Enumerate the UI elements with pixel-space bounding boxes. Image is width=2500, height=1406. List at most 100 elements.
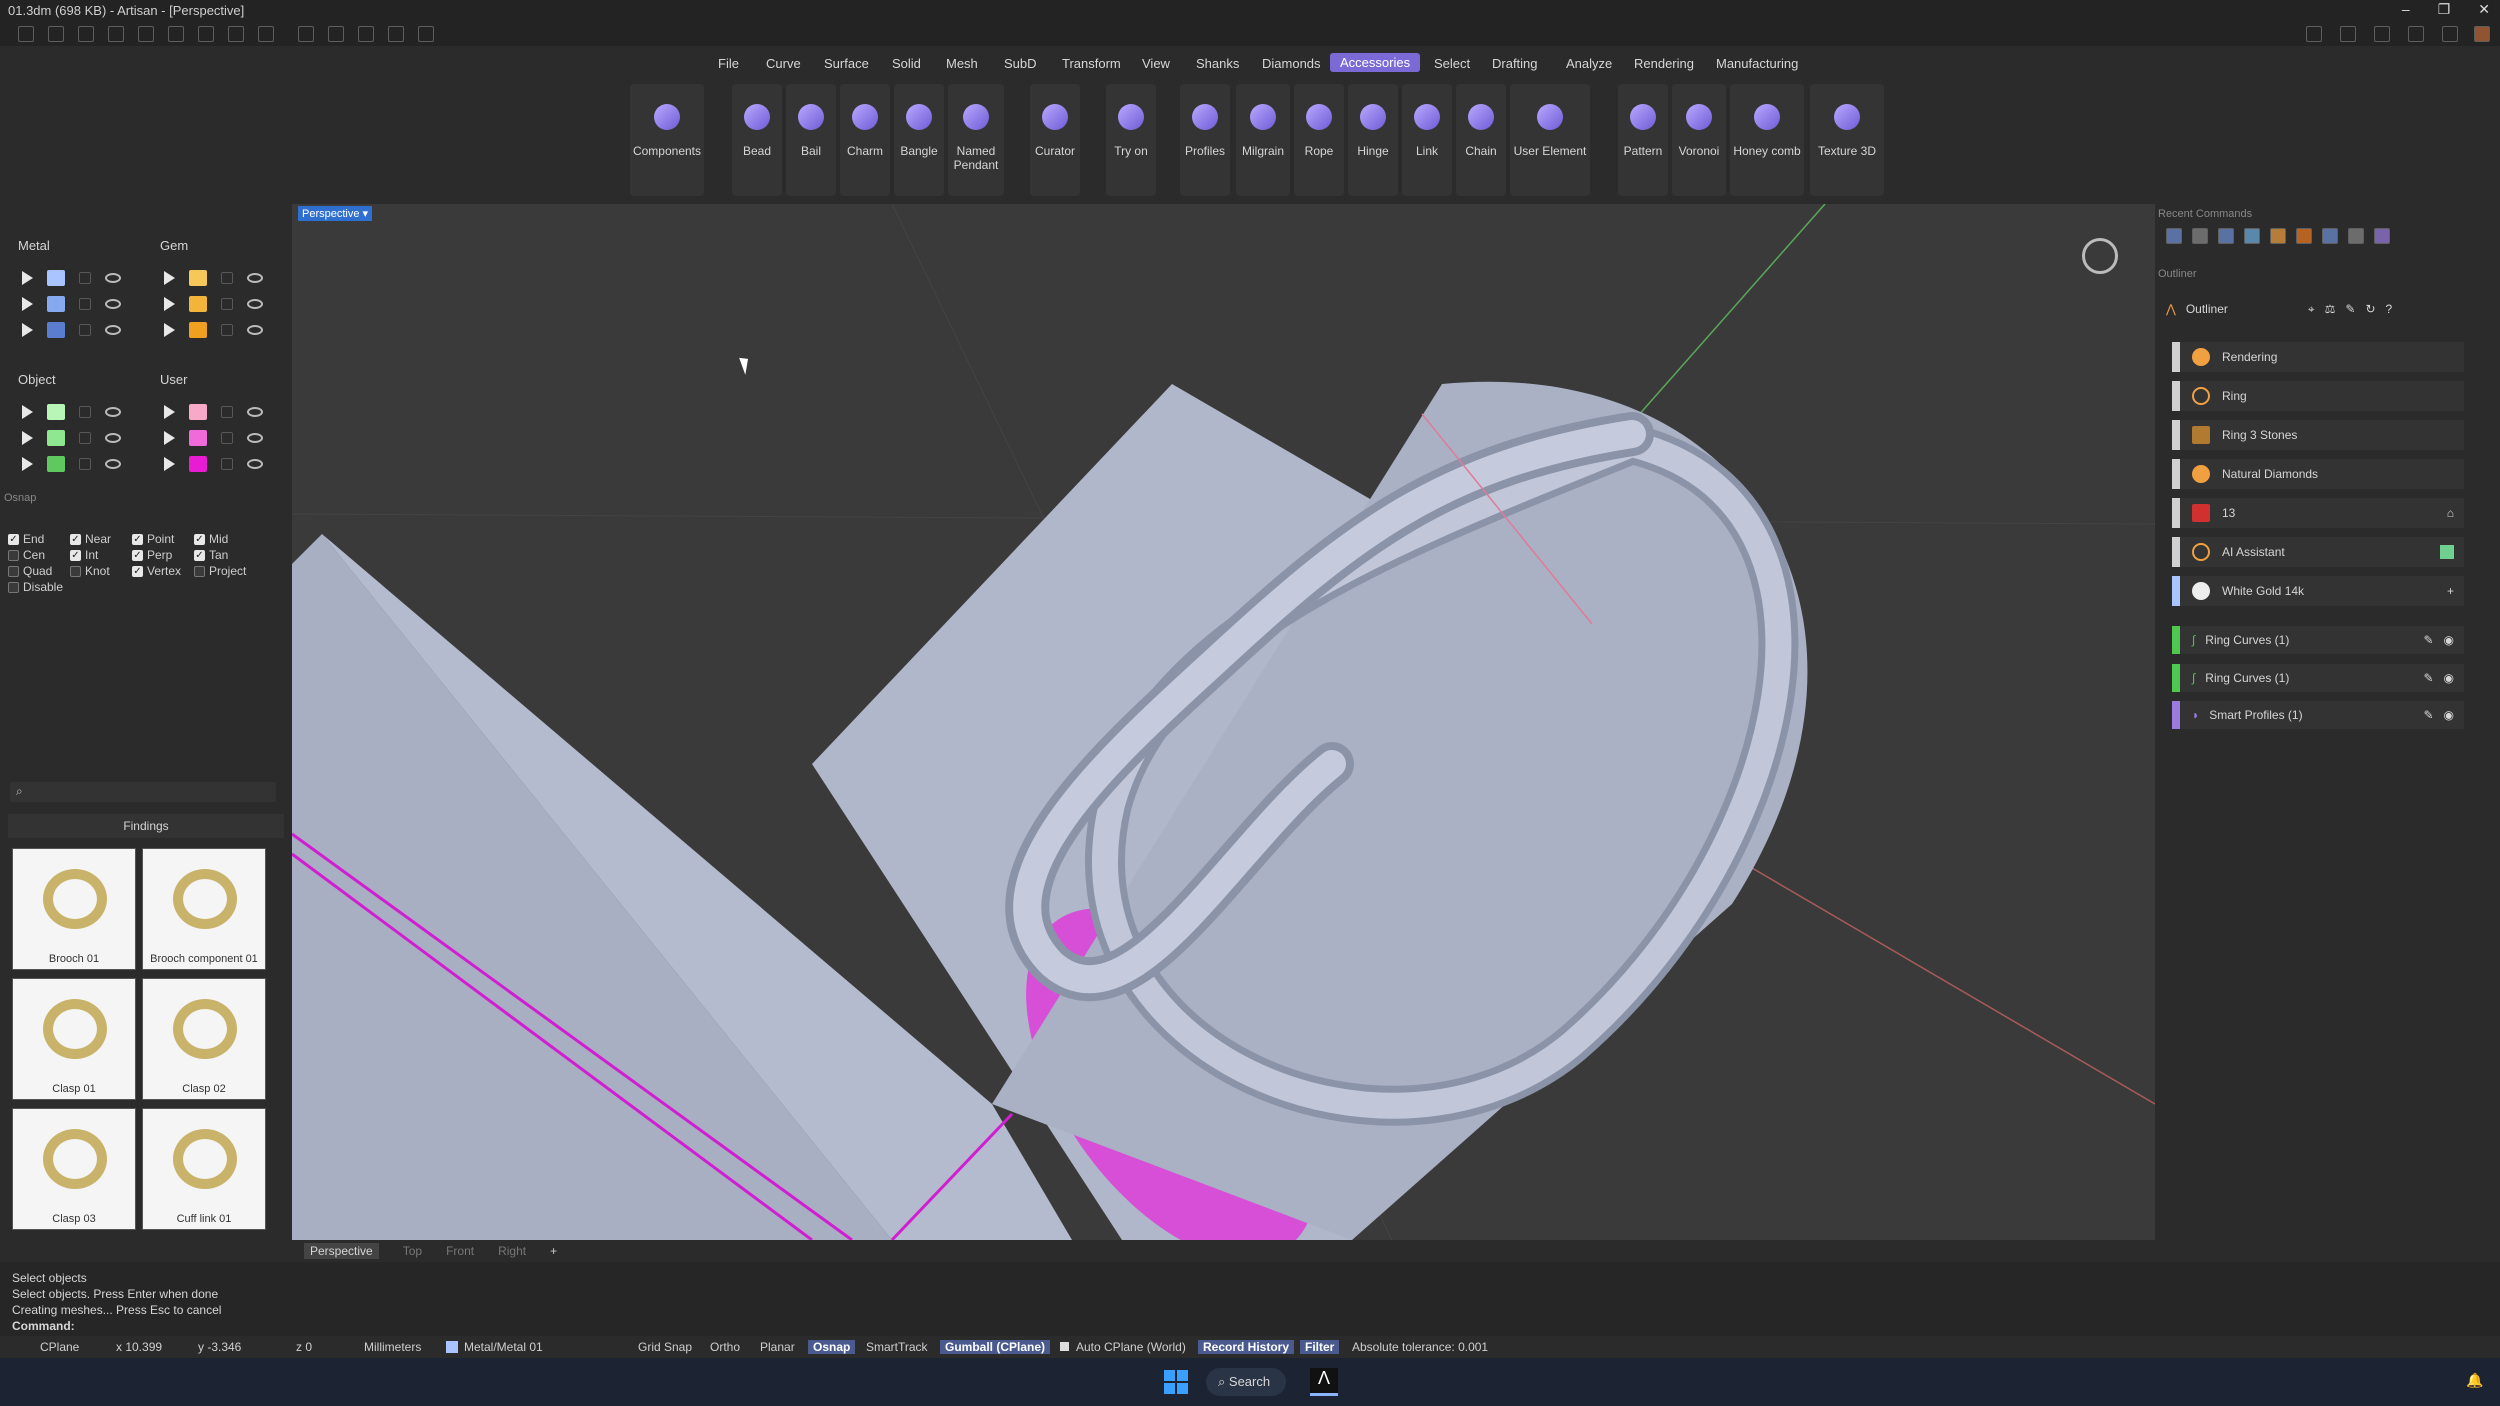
layer-group-object[interactable]: Object: [18, 372, 56, 387]
recent-command-icon[interactable]: [2218, 228, 2234, 244]
osnap-mid[interactable]: ✓ Mid: [194, 532, 228, 546]
close-icon[interactable]: ✕: [2478, 1, 2490, 18]
tool-hinge[interactable]: Hinge: [1348, 84, 1398, 196]
edit-icon[interactable]: ✎: [2423, 633, 2433, 647]
lock-icon[interactable]: [221, 458, 233, 470]
user-avatar-icon[interactable]: [2474, 26, 2490, 42]
tab-right[interactable]: Right: [498, 1244, 526, 1258]
lock-icon[interactable]: [221, 324, 233, 336]
layer-color-swatch[interactable]: [47, 270, 65, 286]
command-input[interactable]: Command:: [0, 1318, 2500, 1334]
help-icon[interactable]: ?: [2386, 302, 2393, 316]
eye-icon[interactable]: [247, 273, 263, 283]
open-recent-icon[interactable]: [108, 26, 124, 42]
menu-surface[interactable]: Surface: [824, 56, 869, 71]
redo-icon[interactable]: [168, 26, 184, 42]
expand-icon[interactable]: [22, 405, 33, 419]
expand-icon[interactable]: [164, 457, 175, 471]
scale-icon[interactable]: [358, 26, 374, 42]
eye-icon[interactable]: [105, 325, 121, 335]
tool-named-pendant[interactable]: Named Pendant: [948, 84, 1004, 196]
eye-icon[interactable]: ◉: [2444, 708, 2454, 722]
recent-command-icon[interactable]: [2374, 228, 2390, 244]
eye-icon[interactable]: [247, 459, 263, 469]
eye-icon[interactable]: [105, 459, 121, 469]
eye-icon[interactable]: ◉: [2444, 671, 2454, 685]
tool-user-element[interactable]: User Element: [1510, 84, 1590, 196]
library-item[interactable]: Clasp 02: [142, 978, 266, 1100]
status-ortho[interactable]: Ortho: [710, 1340, 740, 1354]
expand-icon[interactable]: [22, 323, 33, 337]
add-viewport-tab-button[interactable]: +: [550, 1244, 557, 1258]
checkbox-checked[interactable]: ✓: [194, 533, 205, 545]
library-item[interactable]: Cuff link 01: [142, 1108, 266, 1230]
maximize-icon[interactable]: ❐: [2438, 1, 2451, 18]
tool-bangle[interactable]: Bangle: [894, 84, 944, 196]
tab-top[interactable]: Top: [403, 1244, 422, 1258]
checkbox-unchecked[interactable]: [8, 565, 19, 577]
osnap-near[interactable]: ✓ Near: [70, 532, 111, 546]
library-search-input[interactable]: ⌕: [10, 782, 276, 802]
outliner-row-ring-3-stones[interactable]: Ring 3 Stones: [2172, 420, 2464, 450]
outliner-row-rendering[interactable]: Rendering: [2172, 342, 2464, 372]
menu-shanks[interactable]: Shanks: [1196, 56, 1239, 71]
osnap-disable[interactable]: Disable: [8, 580, 63, 594]
status-planar[interactable]: Planar: [760, 1340, 795, 1354]
menu-rendering[interactable]: Rendering: [1634, 56, 1694, 71]
tool-curator[interactable]: Curator: [1030, 84, 1080, 196]
eye-icon[interactable]: [105, 299, 121, 309]
recent-command-icon[interactable]: [2322, 228, 2338, 244]
menu-view[interactable]: View: [1142, 56, 1170, 71]
edit-icon[interactable]: ✎: [2423, 708, 2433, 722]
library-category-dropdown[interactable]: Findings: [8, 814, 284, 838]
view-cube-ring-icon[interactable]: [2082, 238, 2118, 274]
checkbox-unchecked[interactable]: [8, 581, 19, 593]
menu-drafting[interactable]: Drafting: [1492, 56, 1538, 71]
save-as-icon[interactable]: [228, 26, 244, 42]
tool-bail[interactable]: Bail: [786, 84, 836, 196]
layer-color-swatch[interactable]: [47, 404, 65, 420]
menu-file[interactable]: File: [718, 56, 739, 71]
checkbox-checked[interactable]: ✓: [194, 549, 205, 561]
checkbox-unchecked[interactable]: [70, 565, 81, 577]
outliner-row-white-gold-14k[interactable]: White Gold 14k +: [2172, 576, 2464, 606]
edit-icon[interactable]: ✎: [2423, 671, 2433, 685]
menu-analyze[interactable]: Analyze: [1566, 56, 1612, 71]
tool-chain[interactable]: Chain: [1456, 84, 1506, 196]
taskbar-search[interactable]: ⌕ Search: [1206, 1368, 1286, 1396]
menu-transform[interactable]: Transform: [1062, 56, 1121, 71]
outliner-object-smart-profiles[interactable]: ◗ Smart Profiles (1) ✎ ◉: [2172, 701, 2464, 729]
undo-icon[interactable]: [138, 26, 154, 42]
eye-icon[interactable]: [105, 433, 121, 443]
layer-color-swatch[interactable]: [189, 456, 207, 472]
expand-icon[interactable]: [164, 323, 175, 337]
menu-select[interactable]: Select: [1434, 56, 1470, 71]
expand-icon[interactable]: [22, 271, 33, 285]
checkbox-unchecked[interactable]: [8, 549, 19, 561]
menu-solid[interactable]: Solid: [892, 56, 921, 71]
eye-icon[interactable]: [247, 407, 263, 417]
library-item[interactable]: Clasp 01: [12, 978, 136, 1100]
checkbox-unchecked[interactable]: [194, 565, 205, 577]
library-item[interactable]: Brooch 01: [12, 848, 136, 970]
layer-group-user[interactable]: User: [160, 372, 187, 387]
layer-color-swatch[interactable]: [47, 430, 65, 446]
checkbox-checked[interactable]: ✓: [70, 549, 81, 561]
tool-bead[interactable]: Bead: [732, 84, 782, 196]
checkbox-checked[interactable]: ✓: [132, 565, 143, 577]
library-item[interactable]: Brooch component 01: [142, 848, 266, 970]
tool-honey-comb[interactable]: Honey comb: [1730, 84, 1804, 196]
recent-command-icon[interactable]: [2166, 228, 2182, 244]
info-icon[interactable]: [2340, 26, 2356, 42]
layout-icon[interactable]: [2306, 26, 2322, 42]
layer-color-swatch[interactable]: [189, 270, 207, 286]
tool-texture-3d[interactable]: Texture 3D: [1810, 84, 1884, 196]
tool-pattern[interactable]: Pattern: [1618, 84, 1668, 196]
osnap-tan[interactable]: ✓ Tan: [194, 548, 228, 562]
help-icon[interactable]: [2408, 26, 2424, 42]
status-osnap[interactable]: Osnap: [808, 1340, 856, 1354]
eye-icon[interactable]: ◉: [2444, 633, 2454, 647]
layer-color-swatch[interactable]: [189, 404, 207, 420]
menu-curve[interactable]: Curve: [766, 56, 801, 71]
outliner-row-13[interactable]: 13 ⌂: [2172, 498, 2464, 528]
